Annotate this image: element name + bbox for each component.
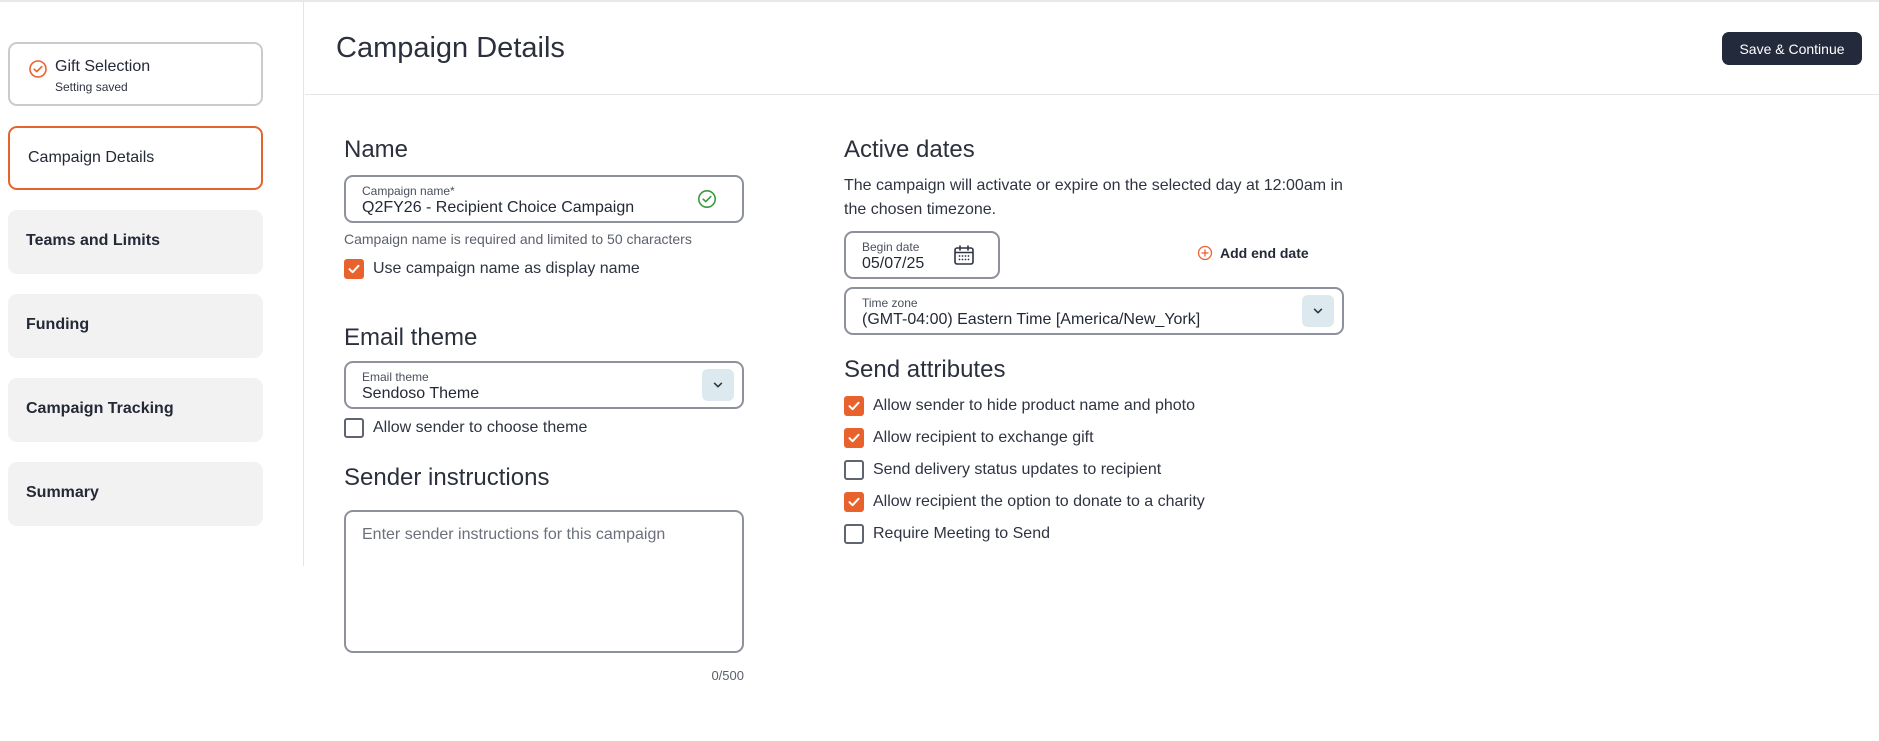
begin-date-value: 05/07/25 [862, 255, 925, 272]
choose-theme-checkbox[interactable] [344, 418, 364, 438]
hide-product-checkbox[interactable] [844, 396, 864, 416]
campaign-name-label: Campaign name* [362, 184, 455, 198]
timezone-value: (GMT-04:00) Eastern Time [America/New_Yo… [862, 311, 1201, 328]
email-theme-value: Sendoso Theme [362, 385, 480, 402]
send-attribute-label: Allow recipient the option to donate to … [873, 493, 1205, 510]
send-attribute-label: Require Meeting to Send [873, 525, 1050, 542]
campaign-name-field[interactable]: Campaign name* Q2FY26 - Recipient Choice… [344, 175, 744, 223]
name-section-title: Name [344, 136, 409, 163]
sidebar: Gift Selection Setting saved Campaign De… [0, 2, 304, 566]
chevron-down-icon [1313, 308, 1323, 314]
send-attribute-row[interactable]: Allow recipient the option to donate to … [844, 491, 1205, 513]
display-name-checkbox-label: Use campaign name as display name [373, 260, 640, 277]
active-dates-description: The campaign will activate or expire on … [844, 177, 1343, 218]
timezone-select[interactable]: Time zone (GMT-04:00) Eastern Time [Amer… [844, 287, 1344, 335]
timezone-label: Time zone [862, 296, 918, 310]
send-attribute-label: Allow recipient to exchange gift [873, 429, 1094, 446]
active-dates-section-title: Active dates [844, 136, 975, 163]
character-counter: 0/500 [711, 668, 744, 683]
sender-instructions-section-title: Sender instructions [344, 464, 550, 491]
sidebar-item-status: Setting saved [55, 80, 128, 94]
save-and-continue-button[interactable]: Save & Continue [1722, 32, 1862, 65]
sidebar-item-label: Gift Selection [55, 58, 151, 75]
send-attributes-section-title: Send attributes [844, 356, 1006, 383]
sidebar-item-campaign-tracking[interactable]: Campaign Tracking [8, 378, 263, 442]
sidebar-item-summary[interactable]: Summary [8, 462, 263, 526]
checkmark-icon [848, 401, 860, 411]
display-name-checkbox-row[interactable]: Use campaign name as display name [344, 258, 640, 280]
campaign-name-value: Q2FY26 - Recipient Choice Campaign [362, 199, 635, 216]
sender-instructions-textarea[interactable] [344, 510, 744, 653]
checkmark-icon [848, 497, 860, 507]
add-end-date-button[interactable]: Add end date [1197, 245, 1309, 261]
campaign-name-helper: Campaign name is required and limited to… [344, 231, 692, 247]
page-title: Campaign Details [336, 32, 565, 64]
sidebar-item-label: Campaign Tracking [26, 400, 174, 417]
send-attribute-row[interactable]: Require Meeting to Send [844, 523, 1050, 545]
choose-theme-checkbox-row[interactable]: Allow sender to choose theme [344, 417, 587, 439]
require-meeting-checkbox[interactable] [844, 524, 864, 544]
begin-date-label: Begin date [862, 240, 920, 254]
sidebar-item-campaign-details[interactable]: Campaign Details [8, 126, 263, 190]
email-theme-select[interactable]: Email theme Sendoso Theme [344, 361, 744, 409]
send-attribute-label: Send delivery status updates to recipien… [873, 461, 1162, 478]
sidebar-item-funding[interactable]: Funding [8, 294, 263, 358]
page-header: Campaign Details Save & Continue [305, 2, 1879, 95]
sidebar-item-label: Campaign Details [28, 149, 155, 166]
timezone-dropdown-button[interactable] [1302, 295, 1334, 327]
sidebar-item-label: Teams and Limits [26, 232, 160, 249]
email-theme-label: Email theme [362, 370, 429, 384]
calendar-icon[interactable] [953, 244, 975, 266]
begin-date-field[interactable]: Begin date 05/07/25 [844, 231, 1000, 279]
sidebar-item-label: Funding [26, 316, 90, 333]
display-name-checkbox[interactable] [344, 259, 364, 279]
send-attribute-label: Allow sender to hide product name and ph… [873, 397, 1195, 414]
sidebar-item-teams-and-limits[interactable]: Teams and Limits [8, 210, 263, 274]
check-circle-icon [29, 60, 47, 78]
checkmark-icon [348, 264, 360, 274]
send-attribute-row[interactable]: Allow recipient to exchange gift [844, 427, 1094, 449]
delivery-updates-checkbox[interactable] [844, 460, 864, 480]
plus-circle-icon [1197, 245, 1213, 261]
choose-theme-checkbox-label: Allow sender to choose theme [373, 419, 588, 436]
exchange-gift-checkbox[interactable] [844, 428, 864, 448]
send-attribute-row[interactable]: Send delivery status updates to recipien… [844, 459, 1161, 481]
donate-charity-checkbox[interactable] [844, 492, 864, 512]
email-theme-dropdown-button[interactable] [702, 369, 734, 401]
valid-check-icon [698, 190, 716, 208]
email-theme-section-title: Email theme [344, 324, 478, 351]
checkmark-icon [848, 433, 860, 443]
add-end-date-label: Add end date [1220, 245, 1309, 261]
sidebar-item-label: Summary [26, 484, 99, 501]
send-attribute-row[interactable]: Allow sender to hide product name and ph… [844, 395, 1195, 417]
chevron-down-icon [713, 382, 723, 388]
sidebar-item-gift-selection[interactable]: Gift Selection Setting saved [8, 42, 263, 106]
